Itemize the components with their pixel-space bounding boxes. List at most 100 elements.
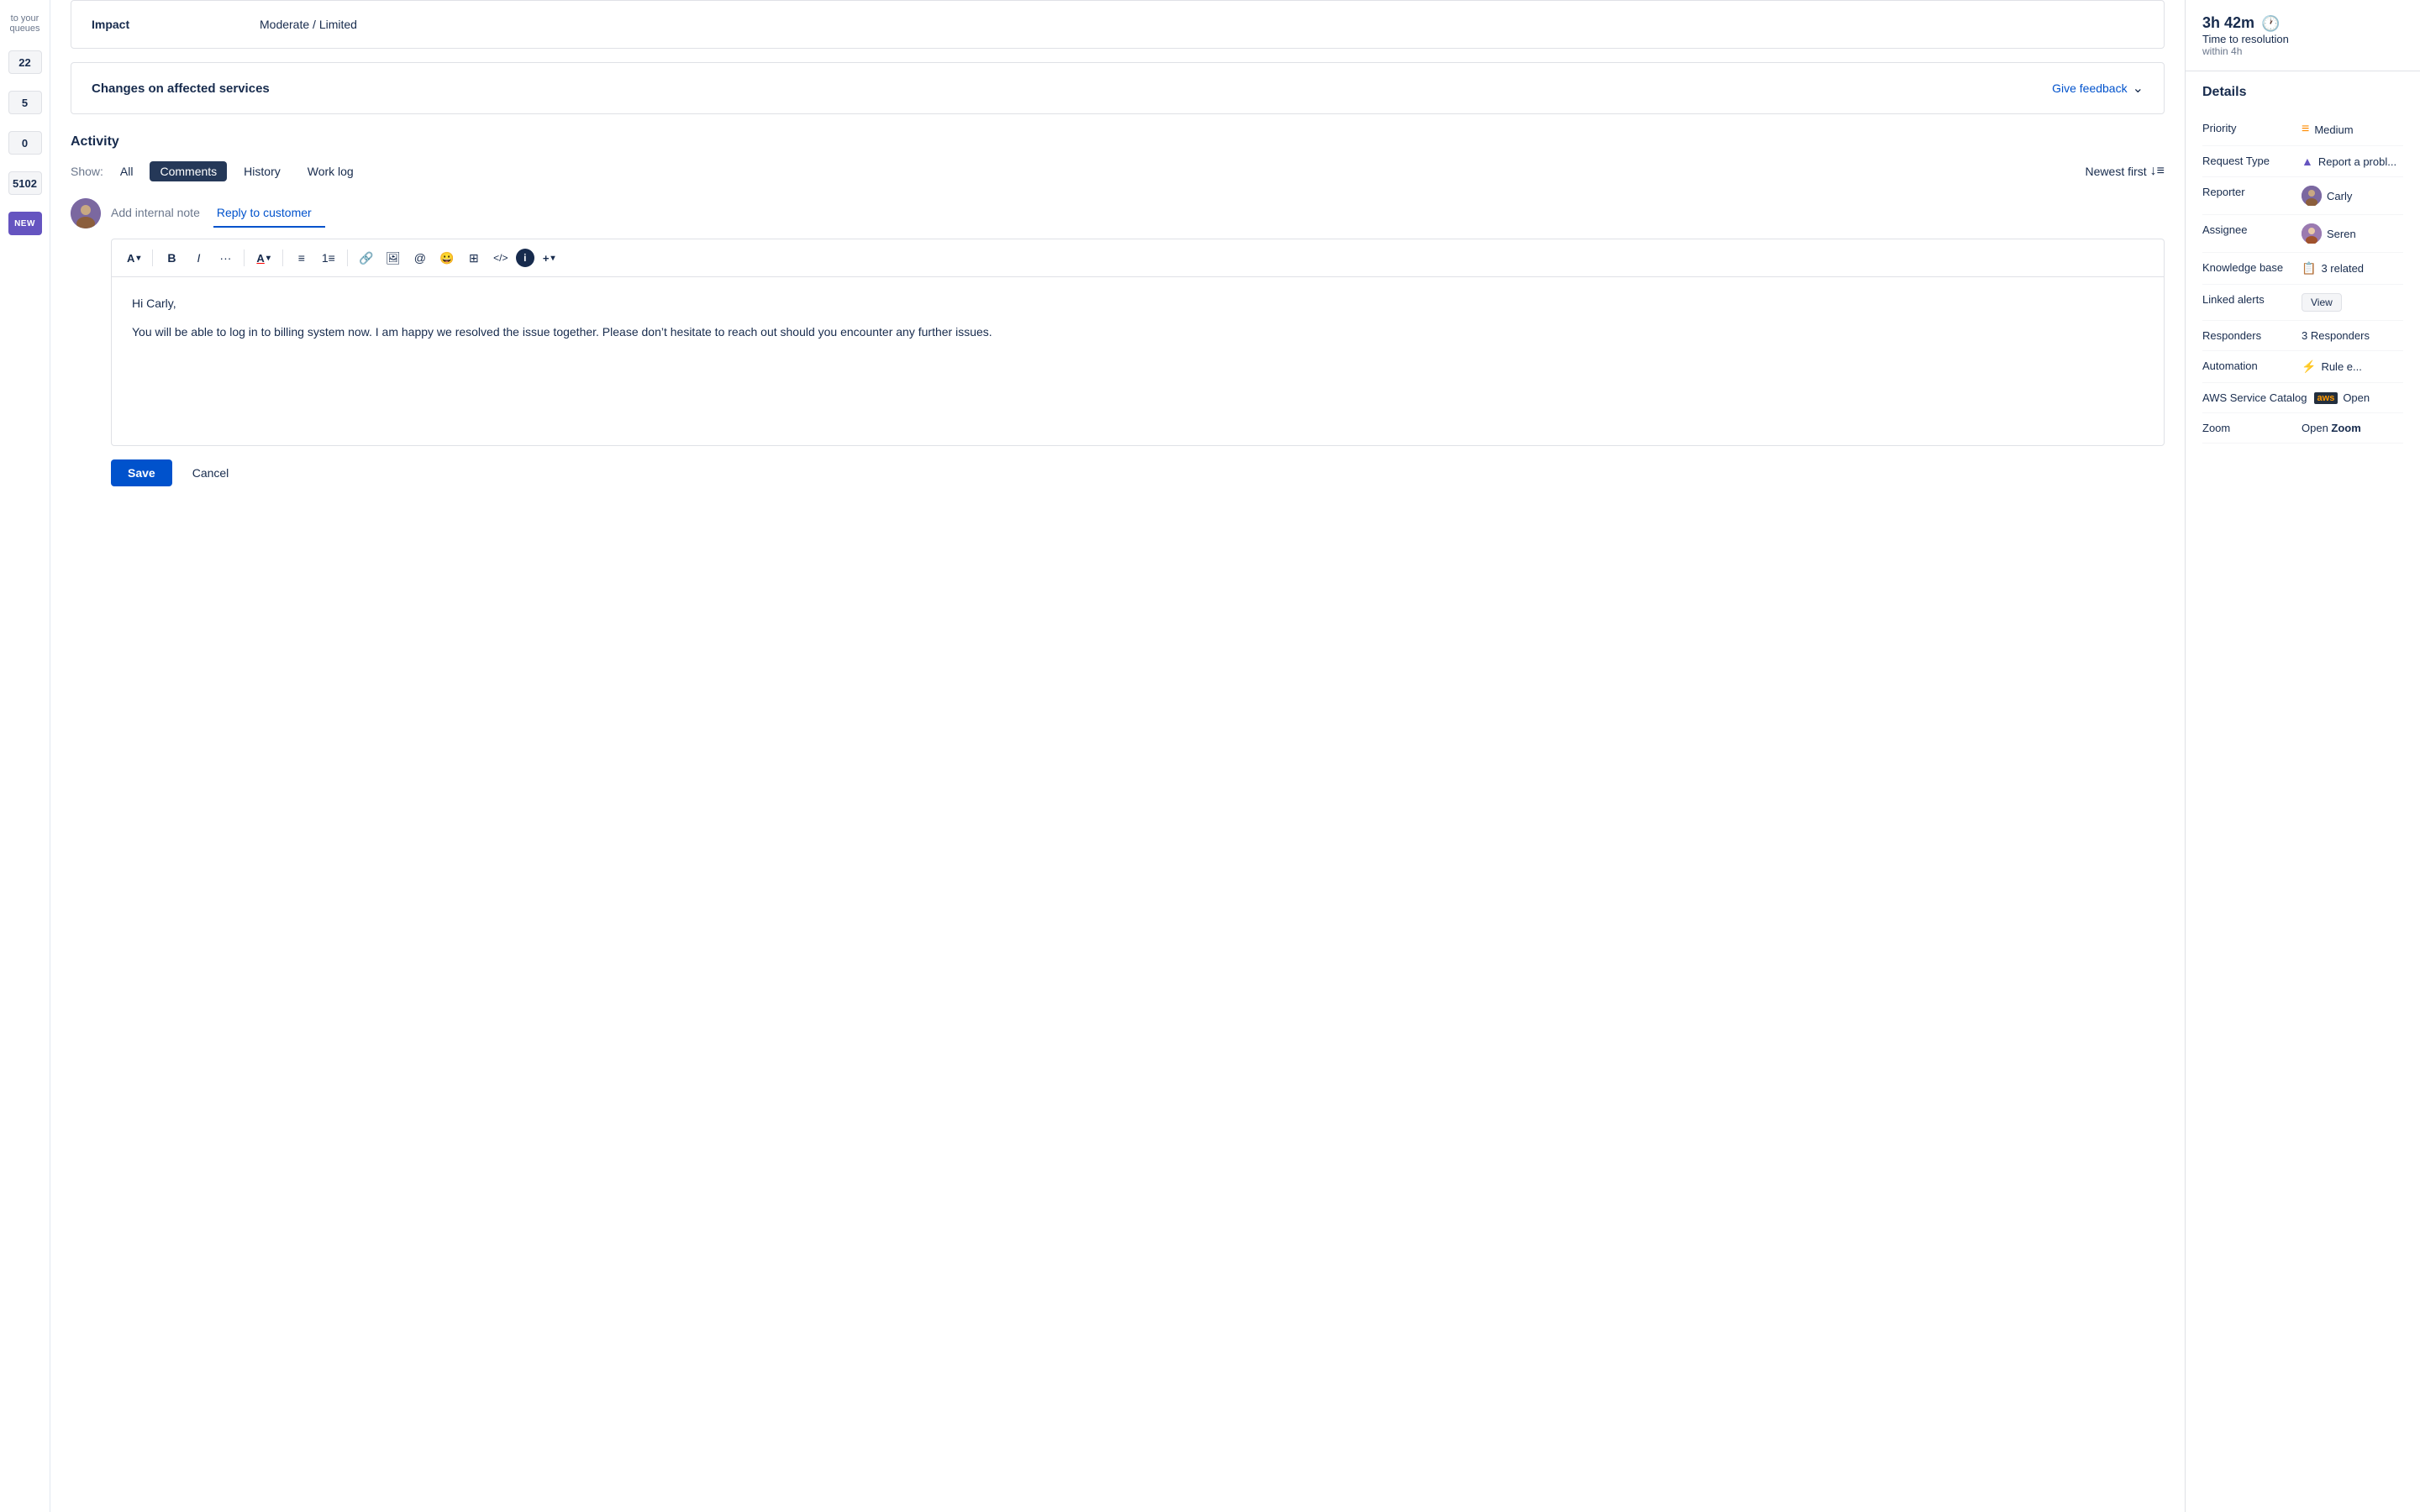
changes-title: Changes on affected services — [92, 81, 270, 96]
assignee-avatar — [2302, 223, 2322, 244]
reporter-name: Carly — [2327, 190, 2352, 202]
toolbar-separator-4 — [347, 249, 348, 266]
text-color-dropdown[interactable]: A ▾ — [251, 249, 275, 268]
editor-toolbar: A ▾ B I ··· A ▾ ≡ — [112, 239, 2164, 277]
give-feedback-label: Give feedback — [2052, 81, 2128, 95]
filter-comments[interactable]: Comments — [150, 161, 227, 181]
detail-row-zoom: Zoom Open Zoom — [2202, 413, 2403, 444]
emoji-button[interactable]: 😀 — [435, 246, 459, 270]
tab-internal-note[interactable]: Add internal note — [111, 199, 213, 228]
avatar — [71, 198, 101, 228]
give-feedback-button[interactable]: Give feedback ⌄ — [2052, 80, 2144, 97]
assignee-value: Seren — [2302, 223, 2403, 244]
linked-alerts-value: View — [2302, 293, 2403, 312]
aws-value: aws Open — [2314, 391, 2403, 404]
tab-reply-customer[interactable]: Reply to customer — [213, 199, 325, 228]
filter-worklog[interactable]: Work log — [297, 161, 364, 181]
code-button[interactable]: </> — [489, 246, 513, 270]
more-text-button[interactable]: ··· — [213, 246, 237, 270]
sort-label: Newest first — [2086, 165, 2147, 178]
changes-card: Changes on affected services Give feedba… — [71, 62, 2165, 114]
numbered-list-icon: 1≡ — [322, 251, 335, 265]
sidebar-badge-5102[interactable]: 5102 — [8, 171, 42, 195]
sidebar-badge-0[interactable]: 0 — [8, 131, 42, 155]
action-buttons: Save Cancel — [111, 459, 2165, 486]
responders-label: Responders — [2202, 329, 2295, 342]
ttr-sub: within 4h — [2202, 45, 2289, 57]
aws-label: AWS Service Catalog — [2202, 391, 2307, 404]
priority-text: Medium — [2314, 123, 2353, 136]
reporter-value: Carly — [2302, 186, 2403, 206]
sort-button[interactable]: Newest first ↓≡ — [2086, 164, 2165, 179]
detail-row-request-type: Request Type ▲ Report a probl... — [2202, 146, 2403, 177]
aws-text: Open — [2343, 391, 2370, 404]
automation-label: Automation — [2202, 360, 2295, 372]
knowledge-text: 3 related — [2321, 262, 2364, 275]
sidebar-item-5[interactable]: 5 — [8, 91, 42, 114]
main-content: Impact Moderate / Limited Changes on aff… — [50, 0, 2185, 1512]
sort-icon: ↓≡ — [2150, 164, 2165, 179]
text-color-icon: A — [256, 252, 264, 265]
font-size-dropdown[interactable]: A ▾ — [122, 249, 145, 268]
impact-value: Moderate / Limited — [260, 18, 357, 31]
detail-row-aws: AWS Service Catalog aws Open — [2202, 383, 2403, 413]
linked-alerts-label: Linked alerts — [2202, 293, 2295, 306]
save-button[interactable]: Save — [111, 459, 172, 486]
knowledge-value: 📋 3 related — [2302, 261, 2403, 276]
show-filters: Show: All Comments History Work log — [71, 161, 364, 181]
priority-icon: ≡ — [2302, 122, 2309, 137]
view-button[interactable]: View — [2302, 293, 2342, 312]
editor-body[interactable]: Hi Carly, You will be able to log in to … — [112, 277, 2164, 445]
show-label: Show: — [71, 165, 103, 178]
filter-all[interactable]: All — [110, 161, 144, 181]
triangle-icon: ▲ — [2302, 155, 2313, 168]
image-button[interactable]: 🖼 — [381, 246, 405, 270]
numbered-list-button[interactable]: 1≡ — [317, 246, 340, 270]
link-button[interactable]: 🔗 — [355, 246, 378, 270]
toolbar-separator-2 — [244, 249, 245, 266]
editor-line-2: You will be able to log in to billing sy… — [132, 323, 2144, 341]
request-type-label: Request Type — [2202, 155, 2295, 167]
plus-icon: + — [543, 252, 550, 265]
sidebar-badge-5[interactable]: 5 — [8, 91, 42, 114]
sidebar-item-new[interactable]: NEW — [8, 212, 42, 235]
more-chevron: ▾ — [550, 254, 555, 263]
font-size-icon: A — [127, 252, 134, 265]
sidebar: to your queues 22 5 0 5102 NEW — [0, 0, 50, 1512]
sidebar-badge-22[interactable]: 22 — [8, 50, 42, 74]
info-button[interactable]: i — [516, 249, 534, 267]
priority-label: Priority — [2202, 122, 2295, 134]
detail-row-reporter: Reporter Carly — [2202, 177, 2403, 215]
sidebar-badge-new[interactable]: NEW — [8, 212, 42, 235]
automation-value: ⚡ Rule e... — [2302, 360, 2403, 374]
sidebar-item-0[interactable]: 0 — [8, 131, 42, 155]
detail-row-automation: Automation ⚡ Rule e... — [2202, 351, 2403, 383]
more-dropdown[interactable]: + ▾ — [538, 249, 560, 268]
cancel-button[interactable]: Cancel — [182, 459, 239, 486]
detail-row-assignee: Assignee Seren — [2202, 215, 2403, 253]
knowledge-label: Knowledge base — [2202, 261, 2295, 274]
sidebar-item-5102[interactable]: 5102 — [8, 171, 42, 195]
reporter-avatar — [2302, 186, 2322, 206]
italic-button[interactable]: I — [187, 246, 210, 270]
table-button[interactable]: ⊞ — [462, 246, 486, 270]
sidebar-group-queues: to your queues — [0, 13, 50, 34]
bold-button[interactable]: B — [160, 246, 183, 270]
activity-title: Activity — [71, 134, 2165, 150]
detail-row-priority: Priority ≡ Medium — [2202, 113, 2403, 146]
bullet-list-button[interactable]: ≡ — [290, 246, 313, 270]
impact-label: Impact — [92, 18, 192, 31]
right-panel: 3h 42m 🕐 Time to resolution within 4h De… — [2185, 0, 2420, 1512]
bolt-icon: ⚡ — [2302, 360, 2316, 374]
text-color-chevron: ▾ — [266, 254, 271, 263]
editor-line-1: Hi Carly, — [132, 294, 2144, 312]
filter-history[interactable]: History — [234, 161, 291, 181]
responders-text: 3 Responders — [2302, 329, 2370, 342]
editor-container: A ▾ B I ··· A ▾ ≡ — [111, 239, 2165, 446]
detail-row-linked-alerts: Linked alerts View — [2202, 285, 2403, 321]
reporter-label: Reporter — [2202, 186, 2295, 198]
mention-button[interactable]: @ — [408, 246, 432, 270]
sidebar-item-22[interactable]: 22 — [8, 50, 42, 74]
detail-row-knowledge: Knowledge base 📋 3 related — [2202, 253, 2403, 285]
zoom-text: Open Zoom — [2302, 422, 2361, 434]
